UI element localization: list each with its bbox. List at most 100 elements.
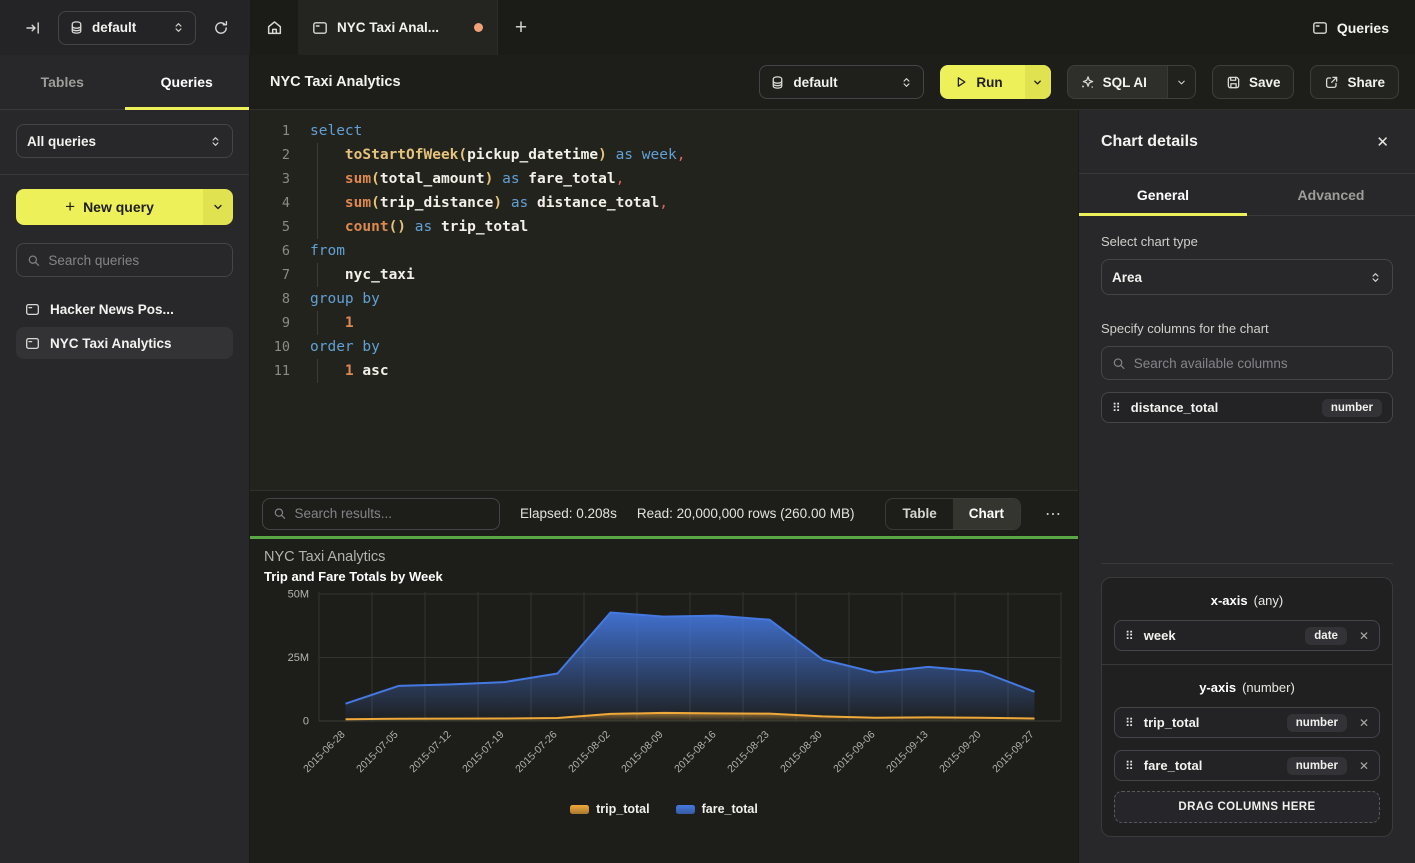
more-options-button[interactable]: ⋯ <box>1041 504 1066 524</box>
remove-column-icon[interactable]: ✕ <box>1359 629 1369 643</box>
search-results-field[interactable] <box>295 506 490 521</box>
console-icon <box>1312 20 1328 36</box>
rows-read: Read: 20,000,000 rows (260.00 MB) <box>637 506 855 521</box>
legend-label: fare_total <box>702 802 758 816</box>
y-axis-column-fare-total[interactable]: ⠿ fare_total number ✕ <box>1114 750 1380 781</box>
query-list-item[interactable]: Hacker News Pos... <box>16 293 233 325</box>
console-icon <box>25 336 40 351</box>
drag-handle-icon[interactable]: ⠿ <box>1112 401 1121 415</box>
new-tab-button[interactable]: + <box>498 0 544 55</box>
svg-text:50M: 50M <box>288 589 309 601</box>
new-query-button[interactable]: + New query <box>16 189 233 225</box>
updown-chevron-icon <box>900 76 913 89</box>
tab-tables[interactable]: Tables <box>0 55 125 109</box>
code-line[interactable]: 10order by <box>260 335 1078 359</box>
drag-handle-icon[interactable]: ⠿ <box>1125 716 1134 730</box>
tab-query-label: NYC Taxi Anal... <box>337 20 465 35</box>
line-number: 8 <box>260 287 290 311</box>
chart-title: NYC Taxi Analytics <box>264 549 1064 565</box>
search-queries-field[interactable] <box>48 253 222 268</box>
legend-item[interactable]: trip_total <box>570 802 649 816</box>
code-line[interactable]: 9 1 <box>260 311 1078 335</box>
line-number: 2 <box>260 143 290 167</box>
x-axis-column-week[interactable]: ⠿ week date ✕ <box>1114 620 1380 651</box>
share-button[interactable]: Share <box>1310 65 1399 99</box>
new-query-dropdown[interactable] <box>203 189 233 225</box>
code-line[interactable]: 8group by <box>260 287 1078 311</box>
collapse-sidebar-button[interactable] <box>18 13 48 43</box>
tab-query-nyc-taxi[interactable]: NYC Taxi Anal... <box>298 0 498 55</box>
line-number: 7 <box>260 263 290 287</box>
tab-home[interactable] <box>250 0 298 55</box>
query-list-item-selected[interactable]: NYC Taxi Analytics <box>16 327 233 359</box>
y-axis-column-trip-total[interactable]: ⠿ trip_total number ✕ <box>1114 707 1380 738</box>
sql-ai-main[interactable]: SQL AI <box>1068 66 1159 98</box>
code-line[interactable]: 1select <box>260 119 1078 143</box>
sql-editor[interactable]: 1select2 toStartOfWeek(pickup_datetime) … <box>250 110 1078 490</box>
tab-queries[interactable]: Queries <box>125 55 250 109</box>
remove-column-icon[interactable]: ✕ <box>1359 716 1369 730</box>
updown-chevron-icon <box>1369 271 1382 284</box>
run-button[interactable]: Run <box>940 65 1050 99</box>
refresh-button[interactable] <box>206 13 236 43</box>
code-line[interactable]: 7 nyc_taxi <box>260 263 1078 287</box>
search-queries-input[interactable] <box>16 243 233 277</box>
view-toggle-table[interactable]: Table <box>886 499 952 529</box>
columns-label: Specify columns for the chart <box>1101 321 1393 336</box>
sql-ai-button[interactable]: SQL AI <box>1067 65 1196 99</box>
svg-text:0: 0 <box>303 716 309 728</box>
sql-ai-dropdown[interactable] <box>1167 66 1195 98</box>
code-text: select <box>310 119 362 143</box>
column-name: distance_total <box>1131 400 1312 415</box>
available-column-distance-total[interactable]: ⠿ distance_total number <box>1101 392 1393 423</box>
chart-type-value: Area <box>1112 270 1142 285</box>
code-line[interactable]: 4 sum(trip_distance) as distance_total, <box>260 191 1078 215</box>
view-toggle-chart[interactable]: Chart <box>953 499 1020 529</box>
queries-link[interactable]: Queries <box>1286 0 1415 55</box>
search-results-input[interactable] <box>262 498 500 530</box>
search-columns-field[interactable] <box>1134 356 1382 371</box>
drag-handle-icon[interactable]: ⠿ <box>1125 629 1134 643</box>
area-chart[interactable]: 025M50M2015-06-282015-07-052015-07-12201… <box>264 586 1064 798</box>
query-filter-select[interactable]: All queries <box>16 124 233 158</box>
code-line[interactable]: 11 1 asc <box>260 359 1078 383</box>
legend-item[interactable]: fare_total <box>676 802 758 816</box>
plus-icon: + <box>65 197 75 217</box>
database-icon <box>770 75 785 90</box>
code-text: 1 <box>310 311 354 335</box>
tab-general[interactable]: General <box>1079 174 1247 215</box>
drag-handle-icon[interactable]: ⠿ <box>1125 759 1134 773</box>
x-axis-title: x-axis <box>1211 593 1248 608</box>
tab-advanced[interactable]: Advanced <box>1247 174 1415 215</box>
code-line[interactable]: 2 toStartOfWeek(pickup_datetime) as week… <box>260 143 1078 167</box>
code-line[interactable]: 6from <box>260 239 1078 263</box>
svg-text:2015-06-28: 2015-06-28 <box>301 729 348 776</box>
sparkle-icon <box>1080 75 1095 90</box>
line-number: 9 <box>260 311 290 335</box>
remove-column-icon[interactable]: ✕ <box>1359 759 1369 773</box>
column-type-badge: date <box>1305 627 1347 645</box>
drag-columns-dropzone[interactable]: DRAG COLUMNS HERE <box>1114 791 1380 823</box>
code-line[interactable]: 3 sum(total_amount) as fare_total, <box>260 167 1078 191</box>
new-query-main[interactable]: + New query <box>16 189 203 225</box>
run-button-main[interactable]: Run <box>940 65 1016 99</box>
run-database-selector[interactable]: default <box>759 65 924 99</box>
sql-ai-label: SQL AI <box>1103 75 1147 90</box>
chart-type-select[interactable]: Area <box>1101 259 1393 295</box>
svg-text:2015-07-12: 2015-07-12 <box>407 729 454 776</box>
y-axis-heading: y-axis(number) <box>1114 680 1380 695</box>
save-button[interactable]: Save <box>1212 65 1295 99</box>
code-line[interactable]: 5 count() as trip_total <box>260 215 1078 239</box>
close-icon[interactable]: ✕ <box>1372 129 1393 155</box>
play-icon <box>954 75 968 89</box>
chevron-down-icon <box>212 201 224 213</box>
refresh-icon <box>213 20 229 36</box>
svg-text:2015-08-30: 2015-08-30 <box>778 729 825 776</box>
elapsed-time: Elapsed: 0.208s <box>520 506 617 521</box>
database-selector[interactable]: default <box>58 11 196 45</box>
run-button-dropdown[interactable] <box>1025 65 1051 99</box>
svg-text:2015-08-02: 2015-08-02 <box>566 729 613 776</box>
database-selector-value: default <box>92 20 164 35</box>
legend-label: trip_total <box>596 802 649 816</box>
search-columns-input[interactable] <box>1101 346 1393 380</box>
